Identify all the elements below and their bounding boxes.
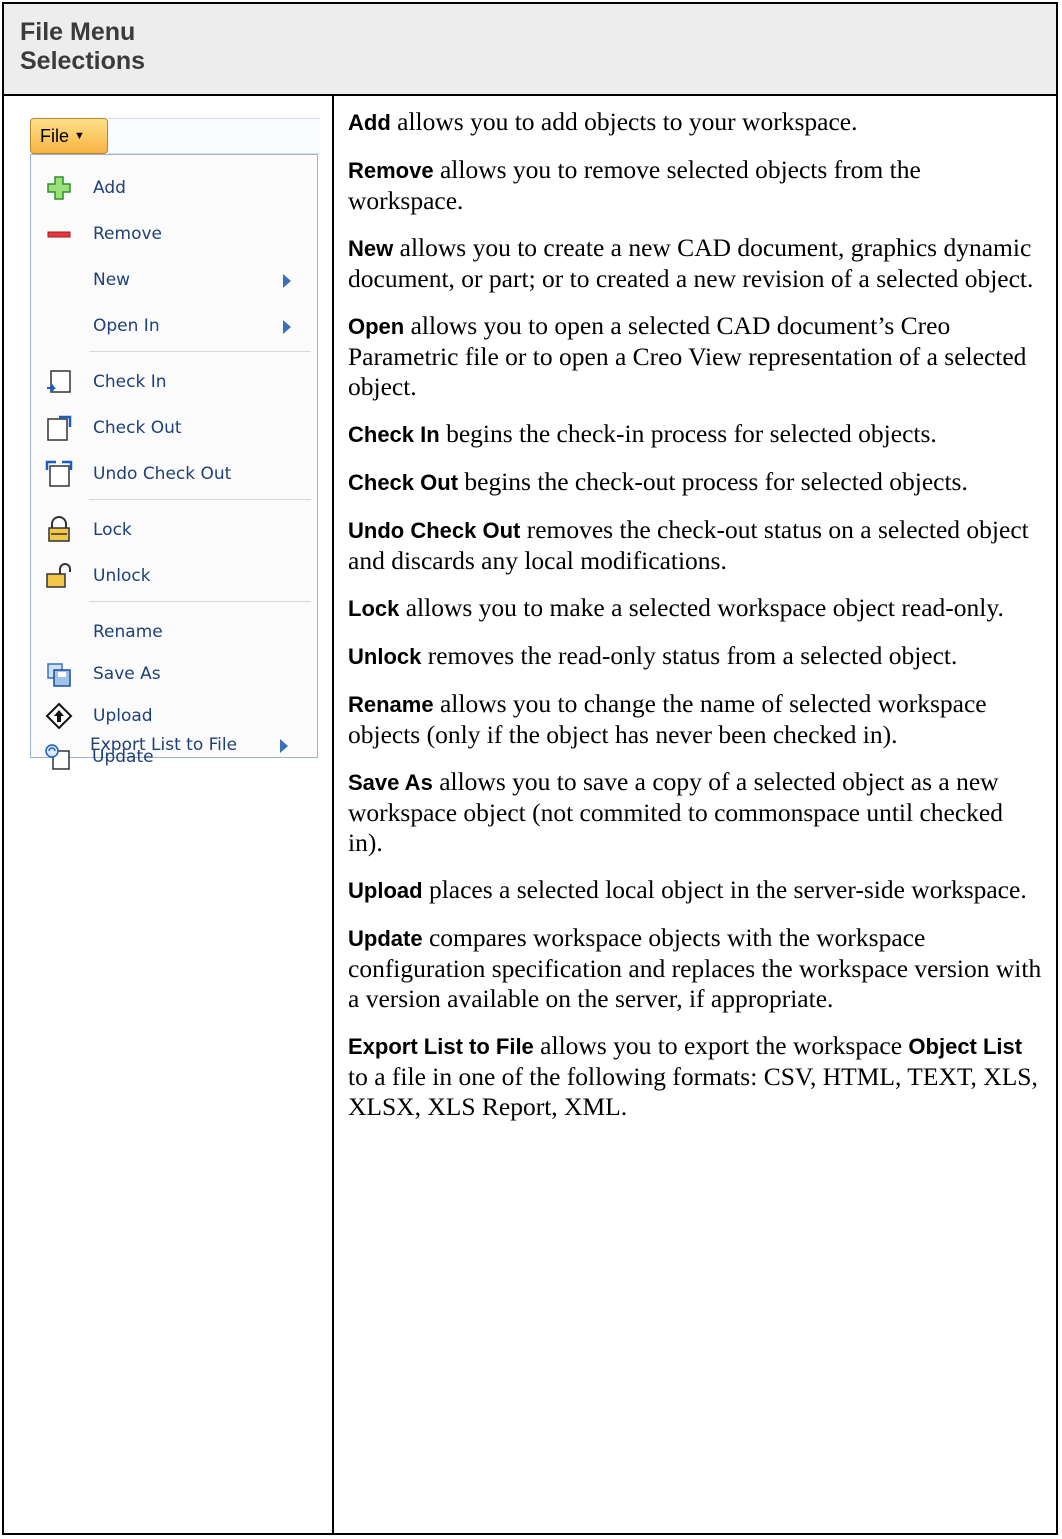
header-title-line-1: File Menu: [20, 18, 136, 46]
menu-item-add[interactable]: Add: [31, 169, 317, 207]
menu-separator: [89, 601, 311, 602]
menu-item-remove[interactable]: Remove: [31, 215, 317, 253]
description-check-in: Check In begins the check-in process for…: [348, 419, 937, 448]
file-menu-table: File Menu Selections File ▼ Add Remove N…: [2, 2, 1058, 1535]
description-upload: Upload places a selected local object in…: [348, 875, 1027, 904]
description-unlock: Unlock removes the read-only status from…: [348, 641, 958, 670]
toolbar-strip: [108, 118, 320, 154]
menu-item-undo-check-out[interactable]: Undo Check Out: [31, 455, 317, 493]
header-title-line-2: Selections: [20, 47, 146, 75]
menu-separator: [89, 499, 311, 500]
file-menu-button[interactable]: File ▼: [30, 118, 108, 154]
check-in-icon: [47, 370, 71, 393]
menu-item-check-in[interactable]: Check In: [31, 363, 317, 401]
description-lock: Lock allows you to make a selected works…: [348, 593, 1004, 622]
description-undo-check-out: Undo Check Out removes the check-out sta…: [348, 515, 1029, 575]
description-export-list: Export List to File allows you to export…: [348, 1031, 1038, 1121]
table-header: File Menu Selections: [4, 4, 1056, 96]
description-rename: Rename allows you to change the name of …: [348, 689, 987, 749]
menu-item-save-as[interactable]: Save As: [31, 655, 317, 693]
menu-item-check-out[interactable]: Check Out: [31, 409, 317, 447]
descriptions-cell: Add allows you to add objects to your wo…: [334, 96, 1056, 1533]
undo-check-out-icon: [45, 460, 73, 487]
menu-item-export-list-to-file[interactable]: Export List to File: [28, 726, 314, 764]
menu-item-open-in[interactable]: Open In: [31, 307, 317, 345]
check-out-icon: [47, 415, 72, 441]
menu-screenshot-cell: File ▼ Add Remove New Open In Check In C…: [4, 96, 334, 1533]
add-icon: [47, 176, 71, 200]
description-open: Open allows you to open a selected CAD d…: [348, 311, 1027, 401]
save-as-icon: [47, 663, 71, 687]
menu-item-rename[interactable]: Rename: [31, 613, 317, 651]
remove-icon: [47, 231, 71, 238]
description-check-out: Check Out begins the check-out process f…: [348, 467, 968, 496]
submenu-arrow-icon: [283, 274, 291, 288]
menu-item-unlock[interactable]: Unlock: [31, 557, 317, 595]
submenu-arrow-icon: [280, 739, 288, 753]
menu-item-lock[interactable]: Lock: [31, 511, 317, 549]
submenu-arrow-icon: [283, 320, 291, 334]
description-add: Add allows you to add objects to your wo…: [348, 107, 858, 136]
file-menu-screenshot: File ▼ Add Remove New Open In Check In C…: [18, 106, 320, 770]
file-button-label: File: [40, 125, 70, 146]
unlock-icon: [46, 563, 71, 588]
description-remove: Remove allows you to remove selected obj…: [348, 155, 921, 215]
menu-item-new[interactable]: New: [31, 261, 317, 299]
description-update: Update compares workspace objects with t…: [348, 923, 1042, 1013]
file-dropdown-menu: Add Remove New Open In Check In Check Ou…: [30, 154, 318, 758]
description-save-as: Save As allows you to save a copy of a s…: [348, 767, 1003, 857]
menu-separator: [89, 351, 311, 352]
description-new: New allows you to create a new CAD docum…: [348, 233, 1034, 293]
lock-icon: [48, 516, 70, 542]
chevron-down-icon: ▼: [74, 130, 85, 142]
